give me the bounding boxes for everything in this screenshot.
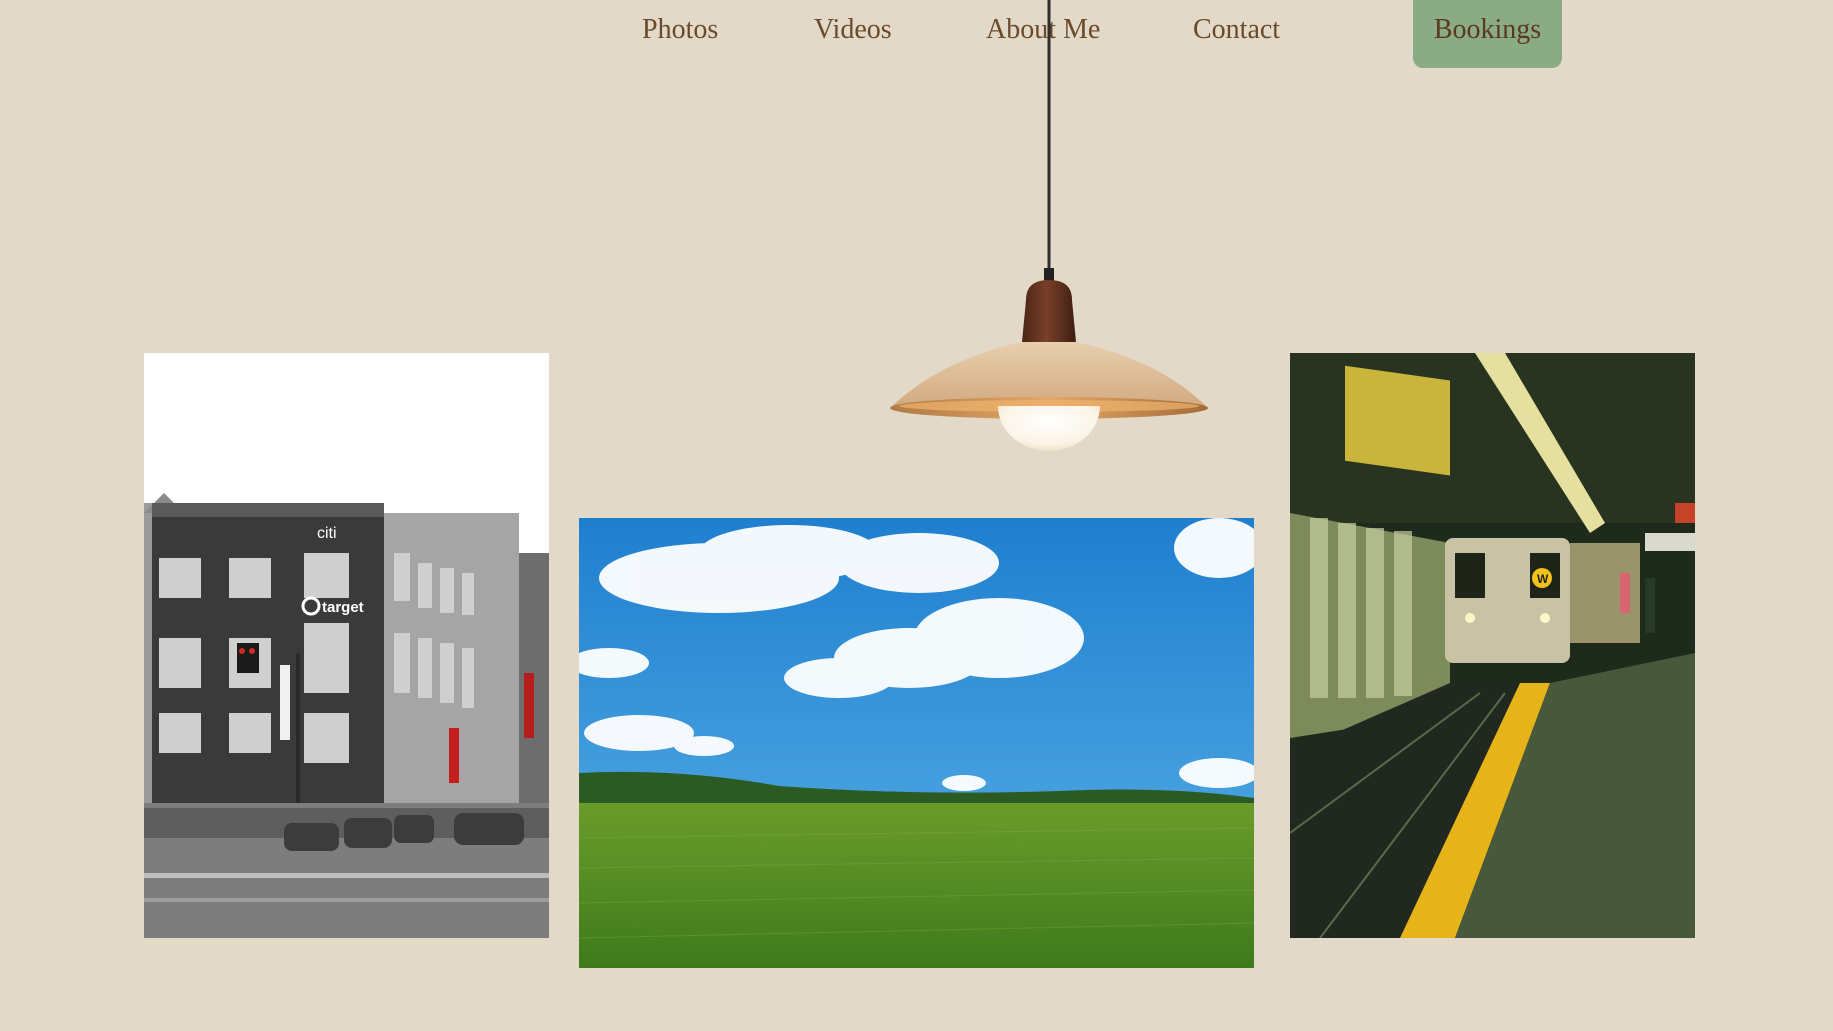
citi-sign: citi [317,525,337,542]
train-line-badge: W [1537,572,1549,586]
target-sign: target [322,599,364,616]
photo-green-field[interactable] [579,518,1254,968]
nav-link-about-me[interactable]: About Me [986,12,1100,48]
photo-city-building[interactable]: citi target [144,353,549,938]
main-nav: Photos Videos About Me Contact Bookings [0,0,1833,70]
nav-link-contact[interactable]: Contact [1193,12,1280,48]
nav-link-photos[interactable]: Photos [642,12,718,48]
nav-link-videos[interactable]: Videos [814,12,892,48]
bookings-button[interactable]: Bookings [1413,0,1562,68]
photo-subway-train[interactable]: W [1290,353,1695,938]
